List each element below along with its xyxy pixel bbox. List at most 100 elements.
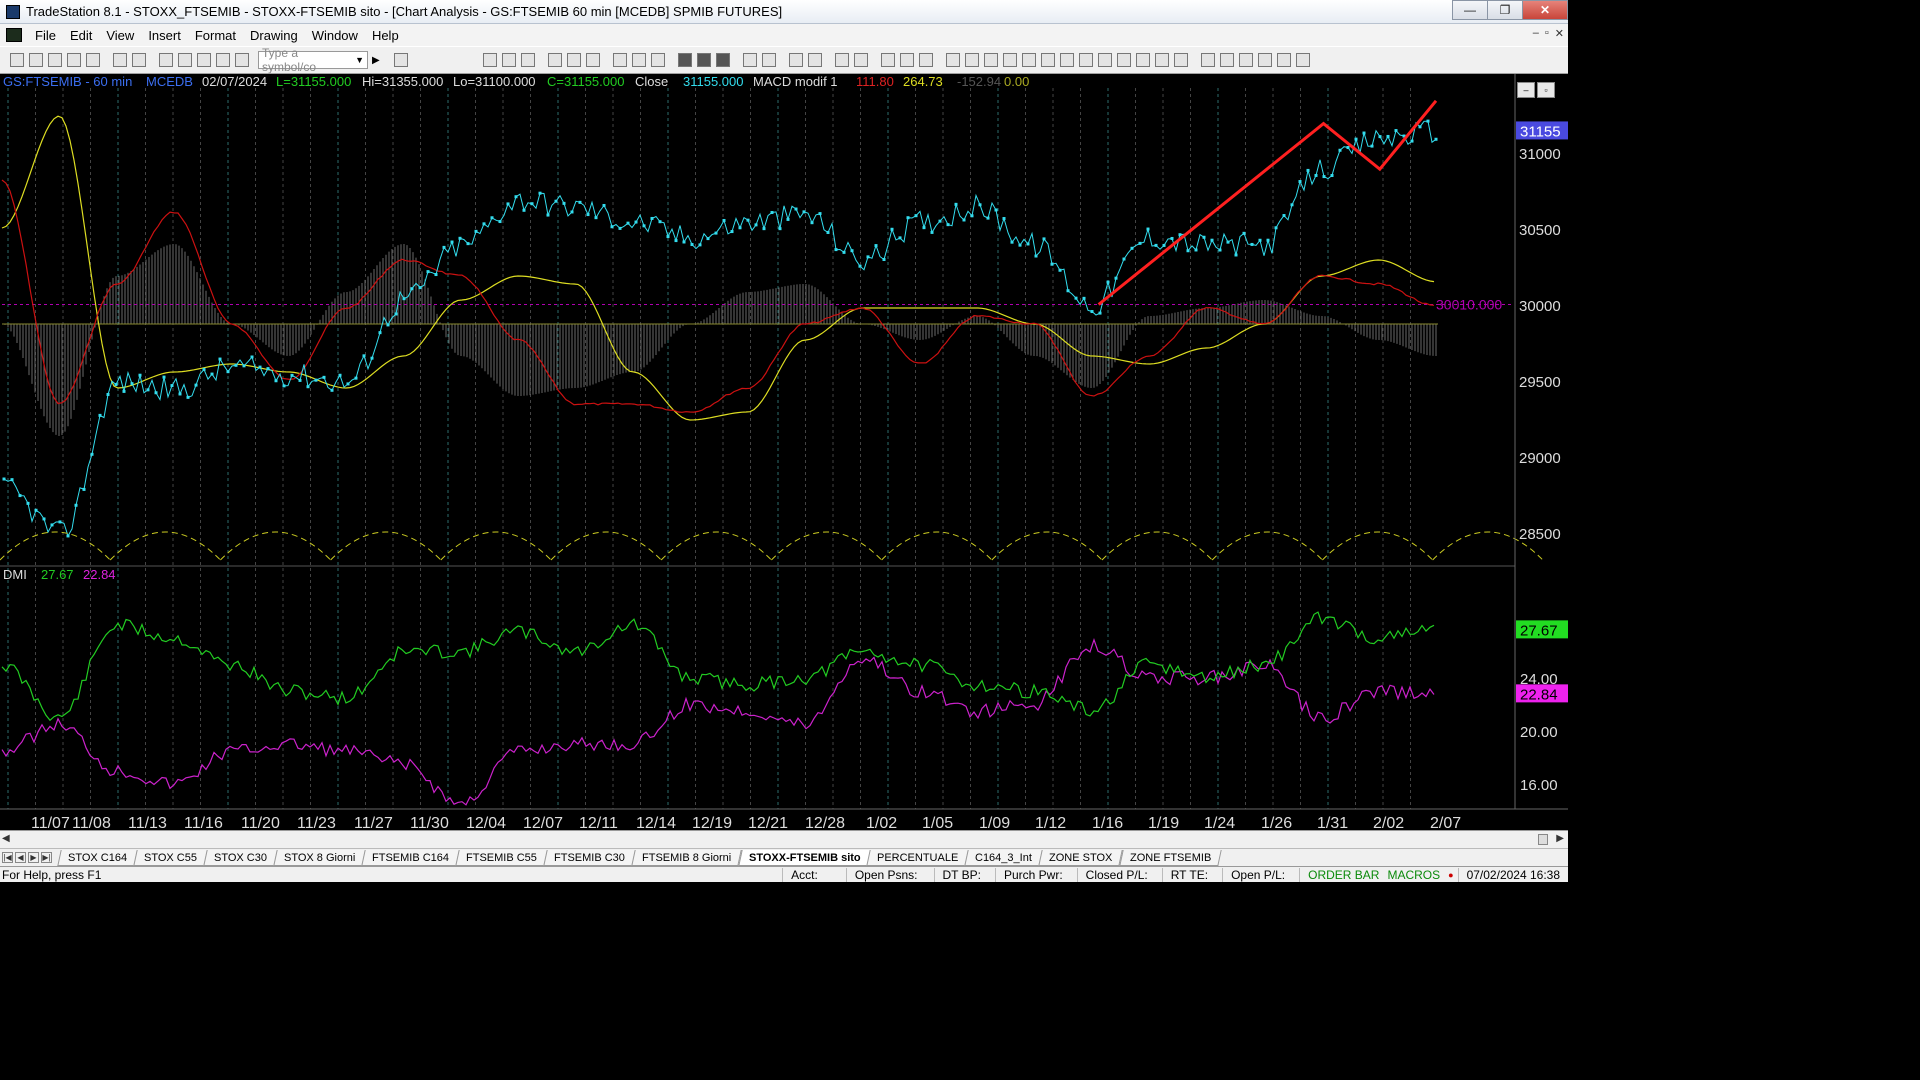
- tab-stoxx-ftsemib-sito[interactable]: STOXX-FTSEMIB sito: [737, 849, 871, 866]
- gann-icon[interactable]: [1040, 53, 1055, 67]
- menu-edit[interactable]: Edit: [63, 28, 99, 43]
- arrow-down-icon[interactable]: [1219, 53, 1234, 67]
- menu-file[interactable]: File: [28, 28, 63, 43]
- close-button[interactable]: ✕: [1522, 0, 1568, 20]
- alert-icon[interactable]: [918, 53, 933, 67]
- horizontal-scrollbar[interactable]: ◀ ▶: [0, 830, 1568, 848]
- menu-drawing[interactable]: Drawing: [243, 28, 305, 43]
- compress-icon[interactable]: [761, 53, 776, 67]
- strategy-icon[interactable]: [566, 53, 581, 67]
- symbol-input[interactable]: Type a symbol/co ▼: [258, 46, 368, 74]
- indicator-icon[interactable]: [547, 53, 562, 67]
- layout-icon[interactable]: [482, 53, 497, 67]
- arrow-line-icon[interactable]: [1097, 53, 1112, 67]
- chevron-down-icon[interactable]: ▼: [355, 55, 367, 65]
- minimize-button[interactable]: —: [1452, 0, 1488, 20]
- tab-prev-icon[interactable]: ◀: [15, 852, 26, 863]
- crosshair-icon[interactable]: [853, 53, 868, 67]
- new-icon[interactable]: [10, 53, 24, 67]
- window-icon[interactable]: [178, 53, 192, 67]
- menu-view[interactable]: View: [99, 28, 141, 43]
- lock-icon[interactable]: [197, 53, 211, 67]
- rectangle-icon[interactable]: [1276, 53, 1291, 67]
- radar-icon[interactable]: [650, 53, 665, 67]
- folder-icon[interactable]: [86, 53, 100, 67]
- paste-icon[interactable]: [67, 53, 81, 67]
- chart-window-icon[interactable]: [6, 28, 22, 42]
- matrix-icon[interactable]: [612, 53, 627, 67]
- channel-icon[interactable]: [1021, 53, 1036, 67]
- tab-ftsemib-c30[interactable]: FTSEMIB C30: [543, 849, 636, 866]
- parallel-icon[interactable]: [1135, 53, 1150, 67]
- dmi-axis[interactable]: 24.0020.0016.0027.6722.84: [1516, 620, 1568, 794]
- tab-percentuale[interactable]: PERCENTUALE: [866, 849, 970, 866]
- tab-stox-c55[interactable]: STOX C55: [133, 849, 208, 866]
- scanner-icon[interactable]: [631, 53, 646, 67]
- maximize-button[interactable]: ❐: [1487, 0, 1523, 20]
- tab-stox-8-giorni[interactable]: STOX 8 Giorni: [273, 849, 367, 866]
- regression-icon[interactable]: [1116, 53, 1131, 67]
- copy-icon[interactable]: [48, 53, 62, 67]
- price-axis[interactable]: 31000 30500 30000 29500 29000 28500 31155 30010…: [1436, 121, 1568, 543]
- mdi-restore-button[interactable]: ▫: [1545, 27, 1549, 40]
- tab-ftsemib-8-giorni[interactable]: FTSEMIB 8 Giorni: [631, 849, 743, 866]
- tab-ftsemib-c55[interactable]: FTSEMIB C55: [455, 849, 549, 866]
- menu-format[interactable]: Format: [188, 28, 243, 43]
- scroll-right-icon[interactable]: ▶: [1556, 833, 1564, 844]
- chart-canvas[interactable]: 31000 30500 30000 29500 29000 28500 31155 30010…: [0, 74, 1568, 830]
- curve-icon[interactable]: [1200, 53, 1215, 67]
- tab-next-icon[interactable]: ▶: [28, 852, 39, 863]
- tab-stox-c164[interactable]: STOX C164: [57, 849, 138, 866]
- tools-icon[interactable]: [880, 53, 895, 67]
- save-icon[interactable]: [113, 53, 127, 67]
- open-icon[interactable]: [29, 53, 43, 67]
- tab-ftsemib-c164[interactable]: FTSEMIB C164: [361, 849, 461, 866]
- fib-icon[interactable]: [1002, 53, 1017, 67]
- tab-zone-stox[interactable]: ZONE STOX: [1038, 849, 1124, 866]
- go-icon[interactable]: ▶: [372, 55, 380, 66]
- tab-stox-c30[interactable]: STOX C30: [203, 849, 278, 866]
- table-icon[interactable]: [520, 53, 535, 67]
- scale-icon[interactable]: [742, 53, 757, 67]
- trendline-icon[interactable]: [945, 53, 960, 67]
- bar-chart-icon[interactable]: [677, 53, 692, 67]
- globe-icon[interactable]: [235, 53, 249, 67]
- menu-window[interactable]: Window: [305, 28, 365, 43]
- mdi-minimize-button[interactable]: –: [1533, 27, 1539, 40]
- subchart-restore-button[interactable]: ▫: [1537, 82, 1555, 98]
- arc-icon[interactable]: [1154, 53, 1169, 67]
- tab-zone-ftsemib[interactable]: ZONE FTSEMIB: [1119, 849, 1222, 866]
- zoom-out-icon[interactable]: [807, 53, 822, 67]
- andrews-icon[interactable]: [1078, 53, 1093, 67]
- ellipse-icon[interactable]: [1257, 53, 1272, 67]
- export-icon[interactable]: [899, 53, 914, 67]
- candle-icon[interactable]: [696, 53, 711, 67]
- tab-last-icon[interactable]: ▶|: [41, 852, 52, 863]
- scroll-left-icon[interactable]: ◀: [2, 833, 10, 844]
- refresh-icon[interactable]: [159, 53, 173, 67]
- trend-line[interactable]: [1097, 99, 1438, 306]
- order-bar-button[interactable]: ORDER BAR: [1299, 868, 1387, 882]
- text-icon[interactable]: [1295, 53, 1310, 67]
- tab-c164-3-int[interactable]: C164_3_Int: [964, 849, 1044, 866]
- menu-help[interactable]: Help: [365, 28, 406, 43]
- grid-icon[interactable]: [501, 53, 516, 67]
- vertical-lines-icon[interactable]: [964, 53, 979, 67]
- analysis-icon[interactable]: [585, 53, 600, 67]
- pen-icon[interactable]: [1173, 53, 1188, 67]
- mdi-close-button[interactable]: ✕: [1555, 27, 1564, 40]
- line-chart-icon[interactable]: [715, 53, 730, 67]
- macros-button[interactable]: MACROS: [1387, 868, 1448, 882]
- speed-lines-icon[interactable]: [1059, 53, 1074, 67]
- subchart-minimize-button[interactable]: –: [1517, 82, 1535, 98]
- tab-first-icon[interactable]: |◀: [2, 852, 13, 863]
- arrow-up-icon[interactable]: [1238, 53, 1253, 67]
- pointer-icon[interactable]: [834, 53, 849, 67]
- horizontal-lines-icon[interactable]: [983, 53, 998, 67]
- chart-icon[interactable]: [216, 53, 230, 67]
- print-icon[interactable]: [132, 53, 146, 67]
- time-axis[interactable]: 11/07 11/08 11/13 11/16 11/20 11/23 11/27 11/30…: [31, 815, 1461, 830]
- zoom-in-icon[interactable]: [788, 53, 803, 67]
- lookup-icon[interactable]: [393, 53, 408, 67]
- scroll-thumb[interactable]: [1538, 834, 1548, 845]
